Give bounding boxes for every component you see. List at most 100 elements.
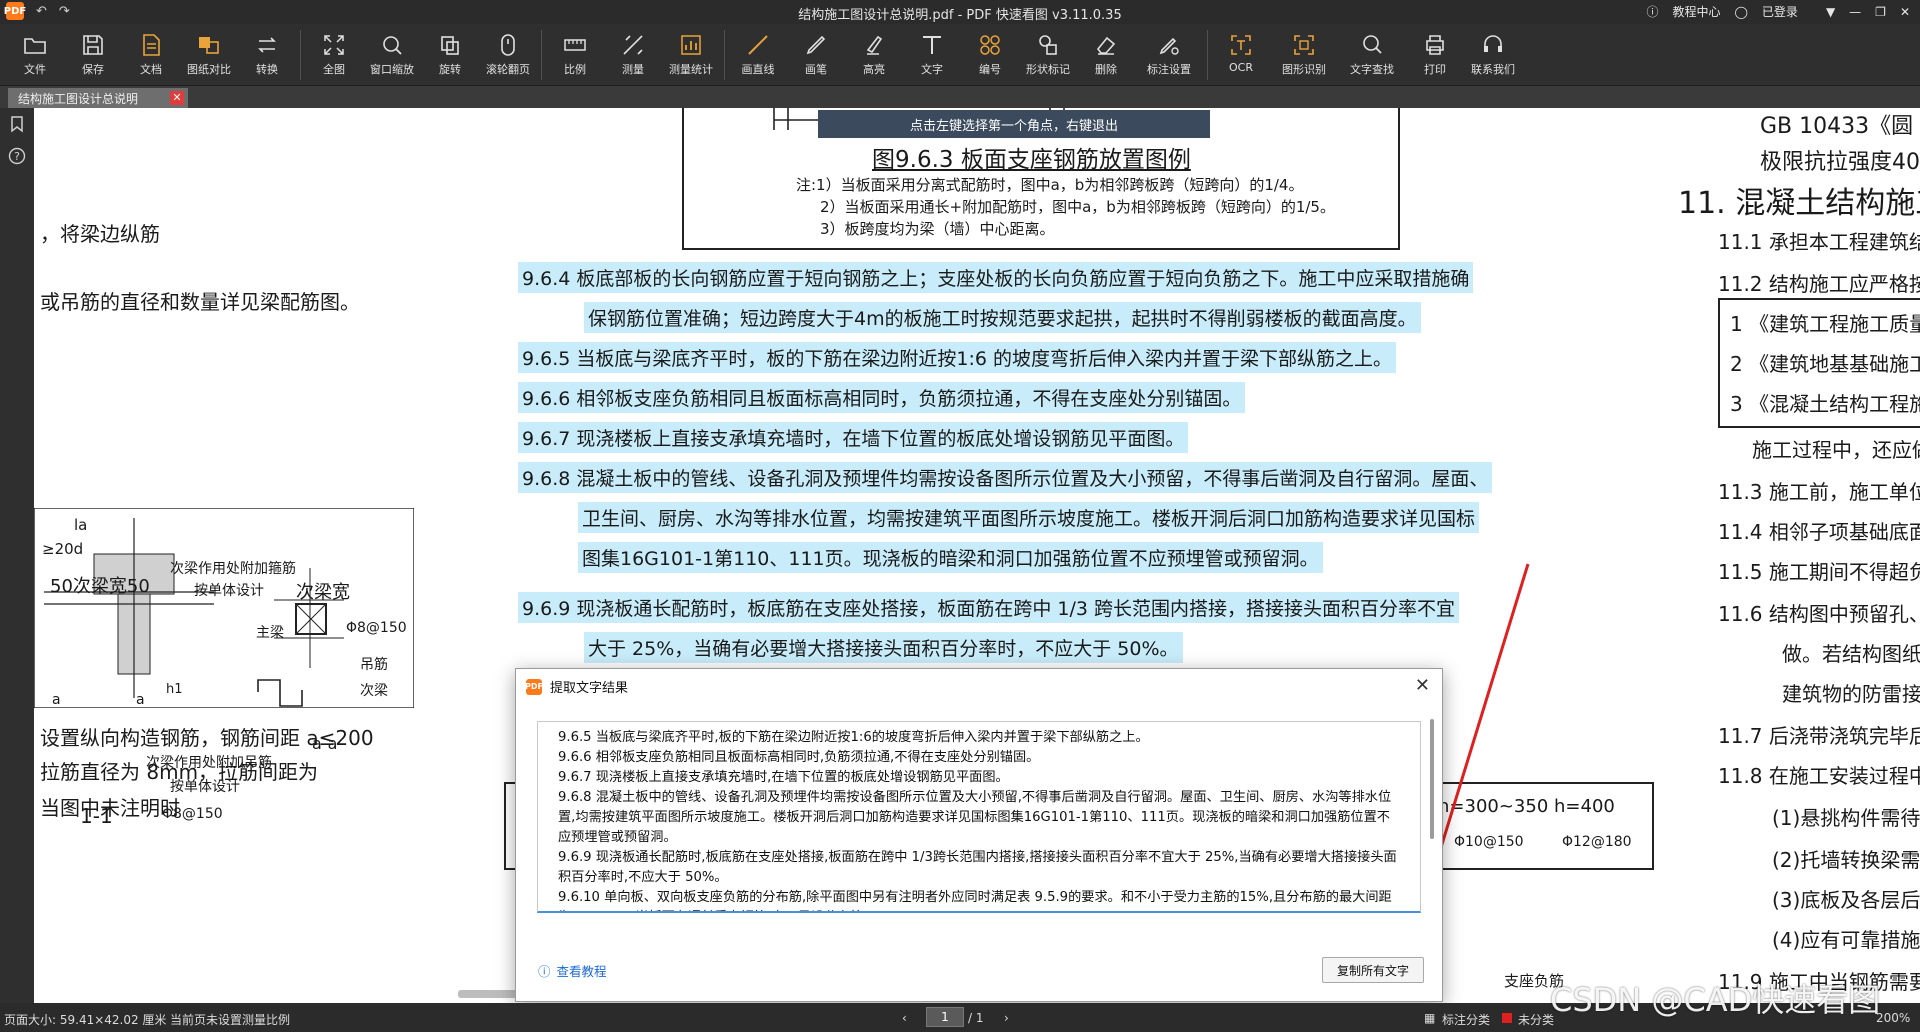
annotation-class-label[interactable]: 标注分类	[1442, 1011, 1490, 1028]
text-area-scrollbar[interactable]	[1430, 719, 1434, 839]
unclassified-label[interactable]: 未分类	[1518, 1011, 1554, 1028]
login-status[interactable]: 已登录	[1762, 3, 1798, 20]
help-icon[interactable]: ?	[0, 140, 34, 172]
right-text-line: 11.7 后浇带浇筑完毕后	[1718, 724, 1920, 748]
toolbar-fullview-button[interactable]: 全图	[305, 24, 363, 77]
right-text-line: 11.4 相邻子项基础底面	[1718, 520, 1920, 544]
drawing-label: 次梁作用处附加箍筋	[170, 561, 296, 577]
prev-page-icon[interactable]: ‹	[902, 1011, 907, 1025]
toolbar-label: 转换	[256, 63, 278, 76]
toolbar-shape-recognition-button[interactable]: 图形识别	[1270, 24, 1338, 77]
tutorial-center-link[interactable]: 教程中心	[1672, 3, 1720, 20]
folder-icon	[24, 38, 46, 54]
measure-stats-icon	[681, 35, 701, 55]
document-tab[interactable]: 结构施工图设计总说明 ✕	[8, 88, 188, 108]
drawing-label: 次梁作用处附加吊筋	[146, 755, 272, 771]
next-page-icon[interactable]: ›	[1004, 1011, 1009, 1025]
toolbar-ocr-button[interactable]: OCR	[1212, 24, 1270, 74]
dialog-close-icon[interactable]: ✕	[1415, 675, 1430, 696]
tab-close-icon[interactable]: ✕	[170, 91, 184, 105]
title-bar: PDF ↶ ↷ 结构施工图设计总说明.pdf - PDF 快速看图 v3.11.…	[0, 0, 1920, 24]
menu-dropdown-icon[interactable]: ▼	[1826, 5, 1835, 19]
toolbar-text-button[interactable]: 文字	[903, 24, 961, 77]
toolbar-window-zoom-button[interactable]: 窗口缩放	[363, 24, 421, 77]
toolbar-document-button[interactable]: 文档	[122, 24, 180, 77]
drawing-label: h1	[166, 682, 183, 697]
toolbar-file-button[interactable]: 文件	[6, 24, 64, 77]
toolbar-annotation-settings-button[interactable]: 标注设置	[1135, 24, 1203, 77]
toolbar-label: 画直线	[741, 63, 775, 76]
help-circle-icon[interactable]: ⓘ	[1646, 3, 1658, 20]
toolbar-label: 测量	[622, 63, 644, 76]
text-icon	[923, 36, 941, 54]
bookmark-icon[interactable]	[0, 108, 34, 140]
close-window-icon[interactable]: ✕	[1900, 5, 1910, 19]
right-text-line: 11.1 承担本工程建筑结	[1718, 230, 1920, 254]
toolbar-label: 文字查找	[1350, 63, 1394, 76]
view-tutorial-link[interactable]: ⓘ 查看教程	[538, 961, 607, 980]
dialog-title: 提取文字结果	[550, 681, 629, 696]
svg-text:?: ?	[14, 150, 20, 163]
toolbar-numbering-button[interactable]: 编号	[961, 24, 1019, 77]
drawing-label: 1-1	[80, 804, 113, 828]
extracted-text-area[interactable]: 9.6.5 当板底与梁底齐平时,板的下筋在梁边附近按1:6的坡度弯折后伸入梁内并…	[537, 721, 1421, 913]
minimize-icon[interactable]: —	[1849, 5, 1861, 19]
highlighted-paragraph-line: 9.6.8 混凝土板中的管线、设备孔洞及预埋件均需按设备图所示位置及大小预留，不…	[518, 462, 1493, 493]
zoom-level[interactable]: 200%	[1876, 1011, 1910, 1025]
toolbar-mouse-wheel-button[interactable]: 滚轮翻页	[479, 24, 537, 77]
toolbar-label: 高亮	[863, 63, 885, 76]
toolbar-contact-button[interactable]: 联系我们	[1464, 24, 1522, 77]
toolbar-text-search-button[interactable]: 文字查找	[1338, 24, 1406, 77]
toolbar-print-button[interactable]: 打印	[1406, 24, 1464, 77]
eraser-icon	[1096, 36, 1116, 55]
document-icon	[143, 34, 160, 56]
ocr-result-dialog: PDF 提取文字结果 ✕ 9.6.5 当板底与梁底齐平时,板的下筋在梁边附近按1…	[515, 668, 1443, 1002]
fullview-icon	[324, 35, 344, 55]
line-icon	[748, 35, 768, 55]
figure-note: 3）板跨度均为梁（墙）中心距离。	[820, 220, 1055, 238]
drawing-label: la	[74, 516, 88, 534]
toolbar-measure-button[interactable]: 测量	[604, 24, 662, 77]
toolbar-separator	[541, 30, 542, 80]
watermark-text: CSDN @CAD快速看图	[1550, 981, 1881, 1019]
toolbar-shape-mark-button[interactable]: 形状标记	[1019, 24, 1077, 77]
drawing-label: a	[136, 692, 145, 708]
toolbar-label: OCR	[1229, 61, 1253, 74]
right-text-line: 做。若结构图纸与	[1782, 642, 1920, 666]
drawing-label: 吊筋	[360, 657, 388, 673]
toolbar-measure-stats-button[interactable]: 测量统计	[662, 24, 720, 77]
toolbar-label: 画笔	[805, 63, 827, 76]
document-tab-label: 结构施工图设计总说明	[18, 91, 139, 106]
drawing-label: 次梁宽	[296, 582, 350, 603]
toolbar-save-button[interactable]: 保存	[64, 24, 122, 77]
highlighted-paragraph-line: 9.6.4 板底部板的长向钢筋应置于短向钢筋之上；支座处板的长向负筋应置于短向负…	[518, 262, 1474, 293]
window-title: 结构施工图设计总说明.pdf - PDF 快速看图 v3.11.0.35	[798, 8, 1122, 23]
drawing-label: a	[52, 692, 61, 708]
page-number-input[interactable]: 1	[926, 1007, 964, 1027]
toolbar-delete-button[interactable]: 删除	[1077, 24, 1135, 77]
measure-icon	[623, 35, 643, 55]
rotate-icon	[441, 36, 459, 55]
toolbar-pen-button[interactable]: 画笔	[787, 24, 845, 77]
drawing-label: 按单体设计	[194, 583, 264, 599]
highlighted-paragraph-line: 9.6.5 当板底与梁底齐平时，板的下筋在梁边附近按1:6 的坡度弯折后伸入梁内…	[518, 342, 1397, 373]
user-icon[interactable]: ◯	[1734, 5, 1747, 19]
left-text-line: 或吊筋的直径和数量详见梁配筋图。	[40, 290, 360, 314]
copy-all-text-button[interactable]: 复制所有文字	[1322, 957, 1424, 983]
toolbar-scale-button[interactable]: 比例	[546, 24, 604, 77]
right-text-line: (3)底板及各层后	[1772, 888, 1920, 912]
toolbar-label: 标注设置	[1147, 63, 1191, 76]
toolbar-label: 形状标记	[1026, 63, 1070, 76]
right-text-line: 极限抗拉强度400	[1760, 150, 1920, 175]
toolbar-rotate-button[interactable]: 旋转	[421, 24, 479, 77]
maximize-icon[interactable]: ❐	[1875, 5, 1886, 19]
right-text-line: 11.2 结构施工应严格按	[1718, 272, 1920, 296]
headset-icon	[1484, 35, 1502, 52]
toolbar-compare-button[interactable]: 图纸对比	[180, 24, 238, 77]
toolbar-line-button[interactable]: 画直线	[729, 24, 787, 77]
toolbar-highlight-button[interactable]: 高亮	[845, 24, 903, 77]
toolbar-convert-button[interactable]: 转换	[238, 24, 296, 77]
highlighted-paragraph-line: 大于 25%，当确有必要增大搭接接头面积百分率时，不应大于 50%。	[584, 632, 1183, 663]
annotation-settings-icon	[1159, 37, 1179, 55]
page-size-text: 页面大小: 59.41×42.02 厘米	[4, 1013, 167, 1027]
